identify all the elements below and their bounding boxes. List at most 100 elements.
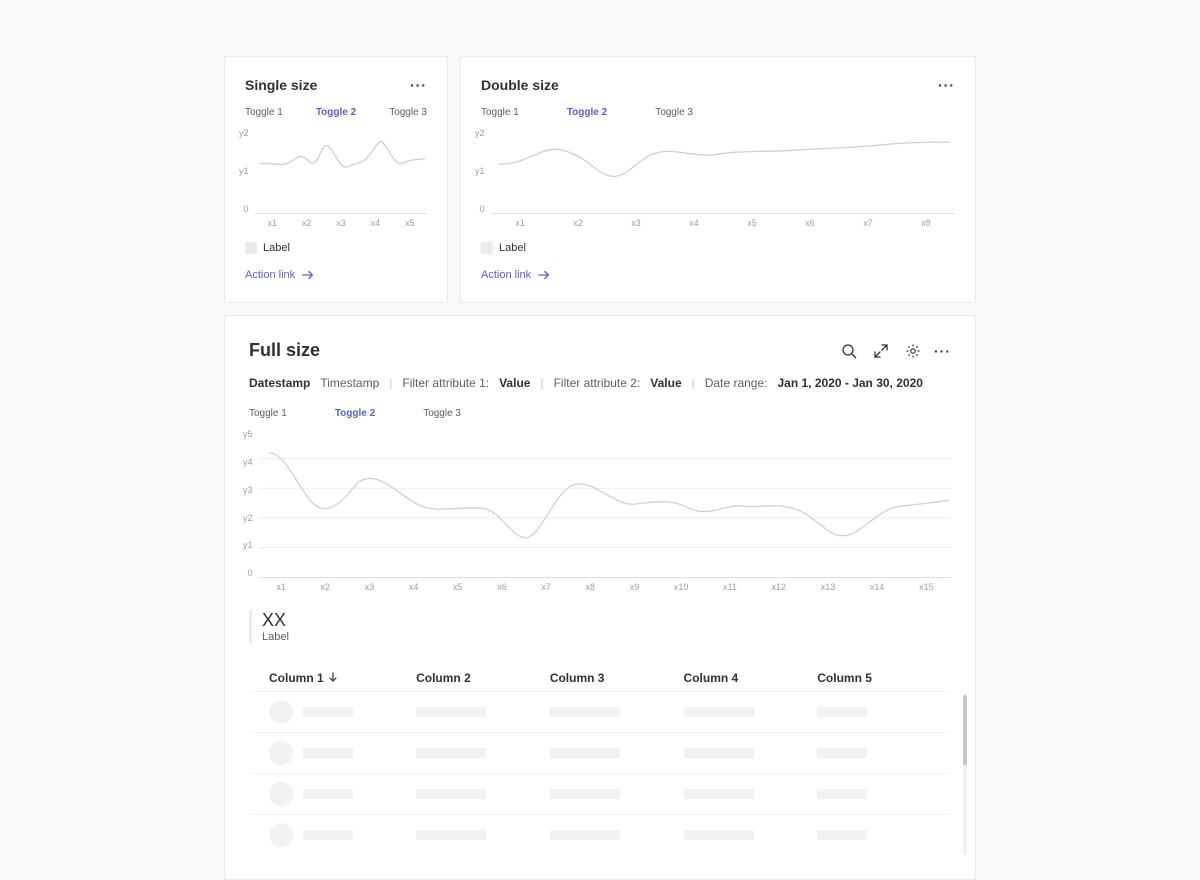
toggle-2[interactable]: Toggle 2 xyxy=(316,107,356,118)
placeholder-bar xyxy=(817,748,867,758)
toggle-1[interactable]: Toggle 1 xyxy=(481,107,519,118)
x-tick: x5 xyxy=(405,218,415,228)
table-row[interactable] xyxy=(249,691,951,732)
search-icon[interactable] xyxy=(838,340,860,362)
y-tick: y1 xyxy=(243,540,253,550)
filter-1-value[interactable]: Value xyxy=(499,376,530,390)
x-tick: x4 xyxy=(689,218,699,228)
x-tick: x5 xyxy=(453,582,463,592)
x-tick: x11 xyxy=(723,582,737,592)
arrow-right-icon xyxy=(537,268,551,282)
placeholder-bar xyxy=(303,830,353,840)
x-tick: x13 xyxy=(821,582,836,592)
action-link-double[interactable]: Action link xyxy=(481,268,551,282)
y-tick: y5 xyxy=(243,429,253,439)
legend-swatch-icon xyxy=(245,242,257,254)
filter-2-value[interactable]: Value xyxy=(650,376,681,390)
placeholder-bar xyxy=(550,748,620,758)
card-single: Single size ··· Toggle 1 Toggle 2 Toggle… xyxy=(224,56,448,303)
card-title-single: Single size xyxy=(245,77,317,93)
expand-icon[interactable] xyxy=(870,340,892,362)
x-tick: x10 xyxy=(674,582,689,592)
toggle-3[interactable]: Toggle 3 xyxy=(655,107,693,118)
x-tick: x15 xyxy=(919,582,934,592)
y-tick: y2 xyxy=(243,513,253,523)
y-tick: y4 xyxy=(243,457,253,467)
table-row[interactable] xyxy=(249,814,951,855)
legend-double: Label xyxy=(481,242,955,254)
x-tick: x2 xyxy=(302,218,312,228)
card-double: Double size ··· Toggle 1 Toggle 2 Toggle… xyxy=(460,56,976,303)
x-tick: x14 xyxy=(870,582,885,592)
placeholder-bar xyxy=(416,789,486,799)
scrollbar-thumb[interactable] xyxy=(963,695,967,765)
x-tick: x1 xyxy=(267,218,277,228)
scrollbar[interactable] xyxy=(963,695,967,855)
legend-swatch-icon xyxy=(481,242,493,254)
x-tick: x8 xyxy=(586,582,596,592)
more-icon[interactable]: ··· xyxy=(410,78,427,92)
y-tick: y2 xyxy=(239,128,249,138)
x-tick: x5 xyxy=(747,218,757,228)
y-tick: y2 xyxy=(475,128,485,138)
placeholder-bar xyxy=(817,789,867,799)
column-header-4[interactable]: Column 4 xyxy=(684,671,818,685)
toggle-1[interactable]: Toggle 1 xyxy=(245,107,283,118)
y-tick: 0 xyxy=(244,204,249,214)
y-tick: 0 xyxy=(480,204,485,214)
toggle-group-single: Toggle 1 Toggle 2 Toggle 3 xyxy=(245,107,427,118)
legend-single: Label xyxy=(245,242,427,254)
data-table: Column 1 Column 2 Column 3 Column 4 Colu… xyxy=(249,665,951,855)
chart-double: y2 y1 0 x1 x2 x3 x4 x5 x6 x7 x8 xyxy=(481,128,955,228)
placeholder-bar xyxy=(684,707,754,717)
arrow-right-icon xyxy=(301,268,315,282)
daterange-label: Date range: xyxy=(705,376,768,390)
x-tick: x9 xyxy=(630,582,640,592)
table-row[interactable] xyxy=(249,773,951,814)
placeholder-bar xyxy=(684,830,754,840)
placeholder-bar xyxy=(303,748,353,758)
column-header-3[interactable]: Column 3 xyxy=(550,671,684,685)
table-row[interactable] xyxy=(249,732,951,773)
metric-label: Label xyxy=(262,631,951,643)
chart-single: y2 y1 0 x1 x2 x3 x4 x5 xyxy=(245,128,427,228)
sort-desc-icon xyxy=(328,671,338,685)
toggle-2[interactable]: Toggle 2 xyxy=(335,408,375,419)
avatar xyxy=(269,823,293,847)
filter-2-label: Filter attribute 2: xyxy=(554,376,641,390)
toggle-3[interactable]: Toggle 3 xyxy=(423,408,461,419)
x-tick: x7 xyxy=(863,218,873,228)
x-tick: x6 xyxy=(805,218,815,228)
x-tick: x6 xyxy=(497,582,507,592)
filter-1-label: Filter attribute 1: xyxy=(402,376,489,390)
placeholder-bar xyxy=(550,830,620,840)
metric-block: XX Label xyxy=(249,610,951,643)
placeholder-bar xyxy=(550,707,620,717)
placeholder-bar xyxy=(817,707,867,717)
column-header-2[interactable]: Column 2 xyxy=(416,671,550,685)
card-title-full: Full size xyxy=(249,340,320,361)
filter-datestamp[interactable]: Datestamp xyxy=(249,376,310,390)
column-header-5[interactable]: Column 5 xyxy=(817,671,951,685)
chart-full: y5 y4 y3 y2 y1 0 x1 x2 x3 x4 x5 x6 x7 x8 xyxy=(249,429,951,592)
more-icon[interactable]: ··· xyxy=(938,78,955,92)
toggle-1[interactable]: Toggle 1 xyxy=(249,408,287,419)
toggle-2[interactable]: Toggle 2 xyxy=(567,107,607,118)
more-icon[interactable]: ··· xyxy=(934,344,951,358)
placeholder-bar xyxy=(817,830,867,840)
x-tick: x12 xyxy=(772,582,787,592)
toggle-3[interactable]: Toggle 3 xyxy=(389,107,427,118)
filter-timestamp[interactable]: Timestamp xyxy=(320,376,379,390)
table-header-row: Column 1 Column 2 Column 3 Column 4 Colu… xyxy=(249,665,951,691)
placeholder-bar xyxy=(416,707,486,717)
action-link-single[interactable]: Action link xyxy=(245,268,315,282)
x-tick: x2 xyxy=(573,218,583,228)
toggle-group-full: Toggle 1 Toggle 2 Toggle 3 xyxy=(249,408,951,419)
daterange-value[interactable]: Jan 1, 2020 - Jan 30, 2020 xyxy=(777,376,922,390)
metric-value: XX xyxy=(262,610,951,631)
x-tick: x3 xyxy=(365,582,375,592)
column-header-1[interactable]: Column 1 xyxy=(249,671,416,685)
placeholder-bar xyxy=(303,707,353,717)
gear-icon[interactable] xyxy=(902,340,924,362)
avatar xyxy=(269,700,293,724)
